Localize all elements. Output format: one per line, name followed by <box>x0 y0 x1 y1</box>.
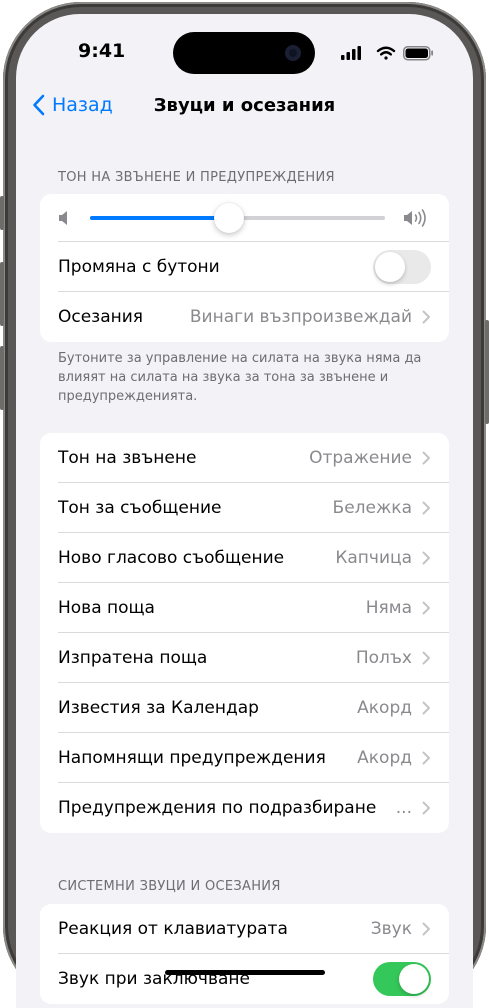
wifi-icon <box>376 46 396 60</box>
sound-setting-row[interactable]: Тон за съобщение Бележка <box>40 483 449 533</box>
sound-setting-label: Предупреждения по подразбиране <box>58 798 377 818</box>
sound-setting-row[interactable]: Предупреждения по подразбиране... <box>40 783 449 833</box>
power-button <box>485 320 489 424</box>
haptics-value: Винаги възпроизвеждай <box>189 307 412 327</box>
camera-icon <box>285 45 301 61</box>
change-with-buttons-row: Промяна с бутони <box>40 242 449 292</box>
sound-setting-row[interactable]: Известия за Календар Акорд <box>40 683 449 733</box>
sound-setting-value: Няма <box>365 598 412 618</box>
sound-setting-row[interactable]: Нова поща Няма <box>40 583 449 633</box>
volume-slider[interactable] <box>90 203 385 233</box>
sounds-list-group: Тон на звънене Отражение Тон за съобщение Б… <box>40 433 449 833</box>
volume-slider-row <box>40 194 449 242</box>
page-title: Звуци и осезания <box>153 95 336 116</box>
keyboard-feedback-row[interactable]: Реакция от клавиатурата Звук <box>40 904 449 954</box>
toggle-knob <box>399 964 429 994</box>
haptics-label: Осезания <box>58 307 144 327</box>
chevron-right-icon <box>422 751 430 765</box>
ringtone-section-header: ТОН НА ЗВЪНЕНЕ И ПРЕДУПРЕЖДЕНИЯ <box>58 170 335 185</box>
chevron-right-icon <box>422 310 430 324</box>
sound-setting-label: Изпратена поща <box>58 648 208 668</box>
sound-setting-label: Ново гласово съобщение <box>58 548 285 568</box>
system-section-header: СИСТЕМНИ ЗВУЦИ И ОСЕЗАНИЯ <box>58 879 281 894</box>
change-with-buttons-toggle[interactable] <box>373 250 431 284</box>
sound-setting-value: ... <box>395 798 412 818</box>
sound-setting-label: Известия за Календар <box>58 698 259 718</box>
volume-up-button <box>0 262 4 326</box>
sound-setting-label: Нова поща <box>58 598 155 618</box>
change-with-buttons-label: Промяна с бутони <box>58 257 220 277</box>
chevron-right-icon <box>422 801 430 815</box>
chevron-right-icon <box>422 922 430 936</box>
screen: 9:41 Назад Звуци и осезания ТОН НА ЗВЪНЕ… <box>16 14 473 1008</box>
chevron-right-icon <box>422 701 430 715</box>
cellular-signal-icon <box>341 46 361 60</box>
slider-fill <box>90 216 229 220</box>
chevron-right-icon <box>422 551 430 565</box>
action-button <box>0 196 4 230</box>
home-indicator <box>165 970 325 975</box>
chevron-right-icon <box>422 451 430 465</box>
dynamic-island <box>173 32 315 74</box>
volume-down-button <box>0 346 4 410</box>
sound-setting-label: Тон за съобщение <box>58 498 222 518</box>
sound-setting-value: Отражение <box>309 448 412 468</box>
lock-sound-row: Звук при заключване <box>40 954 449 1004</box>
ringtone-settings-group: Промяна с бутони Осезания Винаги възпрои… <box>40 194 449 342</box>
sound-setting-row[interactable]: Ново гласово съобщение Капчица <box>40 533 449 583</box>
chevron-right-icon <box>422 501 430 515</box>
keyboard-feedback-label: Реакция от клавиатурата <box>58 919 288 939</box>
sound-setting-row[interactable]: Тон на звънене Отражение <box>40 433 449 483</box>
system-settings-group: Реакция от клавиатурата Звук Звук при за… <box>40 904 449 1004</box>
lock-sound-toggle[interactable] <box>373 962 431 996</box>
status-time: 9:41 <box>78 40 126 62</box>
sound-setting-value: Акорд <box>357 698 412 718</box>
sound-setting-value: Бележка <box>332 498 412 518</box>
toggle-knob <box>375 252 405 282</box>
sound-setting-value: Капчица <box>335 548 412 568</box>
sound-setting-label: Напомнящи предупреждения <box>58 748 326 768</box>
keyboard-feedback-value: Звук <box>370 919 412 939</box>
chevron-right-icon <box>422 651 430 665</box>
chevron-right-icon <box>422 601 430 615</box>
haptics-row[interactable]: Осезания Винаги възпроизвеждай <box>40 292 449 342</box>
sound-setting-row[interactable]: Изпратена поща Полъх <box>40 633 449 683</box>
slider-knob[interactable] <box>213 203 244 233</box>
sound-setting-row[interactable]: Напомнящи предупреждения Акорд <box>40 733 449 783</box>
volume-footnote: Бутоните за управление на силата на звук… <box>58 351 422 404</box>
battery-icon <box>403 46 434 61</box>
speaker-high-icon <box>404 209 426 227</box>
sound-setting-label: Тон на звънене <box>58 448 197 468</box>
status-icons <box>341 45 434 65</box>
speaker-low-icon <box>59 211 67 225</box>
sound-setting-value: Полъх <box>355 648 412 668</box>
sound-setting-value: Акорд <box>357 748 412 768</box>
